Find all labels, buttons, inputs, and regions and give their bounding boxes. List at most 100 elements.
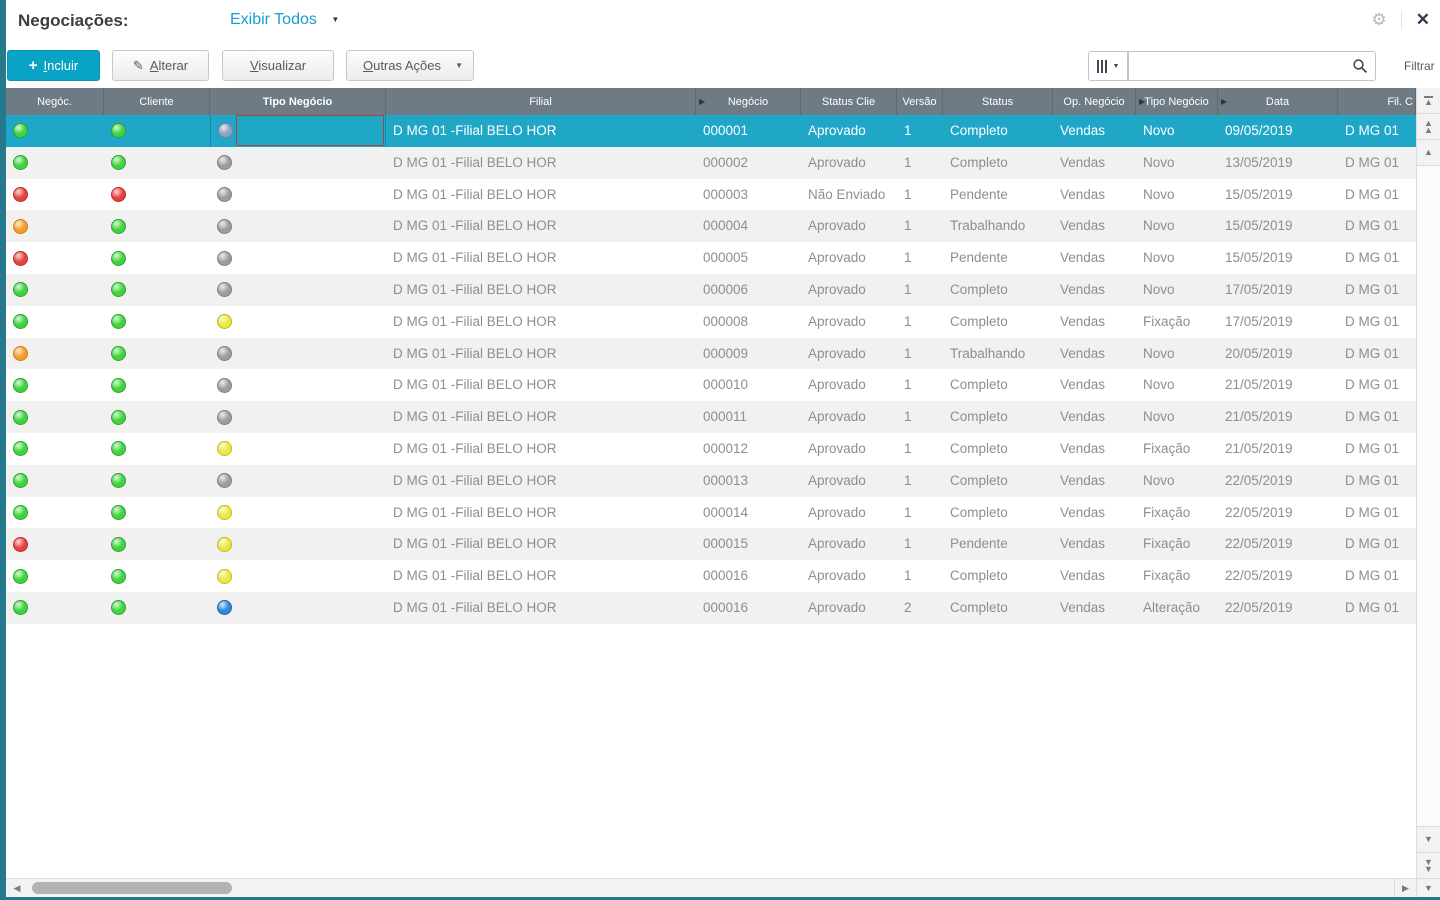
column-header-status[interactable]: Status xyxy=(943,88,1053,115)
column-picker-button[interactable]: ▼ xyxy=(1088,51,1128,81)
cell-negoc xyxy=(6,433,104,465)
incluir-button[interactable]: + Incluir xyxy=(7,50,100,81)
cell-tipo_negocio: Novo xyxy=(1136,338,1218,370)
table-row[interactable]: D MG 01 -Filial BELO HOR000003Não Enviad… xyxy=(6,179,1416,211)
table-row[interactable]: D MG 01 -Filial BELO HOR000009Aprovado1T… xyxy=(6,338,1416,370)
view-filter-dropdown[interactable]: Exibir Todos ▼ xyxy=(230,11,339,29)
horizontal-scrollbar[interactable]: ◀ ▶ xyxy=(6,878,1416,897)
cell-negoc xyxy=(6,210,104,242)
table-row[interactable]: D MG 01 -Filial BELO HOR000014Aprovado1C… xyxy=(6,497,1416,529)
cell-cliente xyxy=(104,115,210,147)
cell-tipo_negocio: Novo xyxy=(1136,369,1218,401)
table-row[interactable]: D MG 01 -Filial BELO HOR000013Aprovado1C… xyxy=(6,465,1416,497)
table-row[interactable]: D MG 01 -Filial BELO HOR000002Aprovado1C… xyxy=(6,147,1416,179)
negotiations-grid: Negóc. ClienteTipo NegócioFilial▶ Negócio S… xyxy=(6,88,1416,878)
table-row[interactable]: D MG 01 -Filial BELO HOR000011Aprovado1C… xyxy=(6,401,1416,433)
scroll-to-top-button[interactable]: ▲ xyxy=(1417,88,1440,114)
cell-negocio: 000016 xyxy=(696,560,801,592)
alterar-button[interactable]: ✎ Alterar xyxy=(112,50,209,81)
cell-cliente xyxy=(104,401,210,433)
cell-versao: 1 xyxy=(897,274,943,306)
cell-op_negocio: Vendas xyxy=(1053,242,1136,274)
pencil-icon: ✎ xyxy=(133,58,144,74)
cell-filial: D MG 01 -Filial BELO HOR xyxy=(386,210,696,242)
cell-op_negocio: Vendas xyxy=(1053,401,1136,433)
vertical-scroll-track[interactable] xyxy=(1417,166,1440,826)
status-dot-green xyxy=(111,251,126,266)
scroll-up-button[interactable]: ▲ xyxy=(1417,140,1440,166)
column-header-filial[interactable]: Filial xyxy=(386,88,696,115)
column-header-cliente[interactable]: Cliente xyxy=(104,88,210,115)
column-header-tipo_negocio[interactable]: ▶Tipo Negócio xyxy=(1136,88,1218,115)
cell-tipo_negocio: Novo xyxy=(1136,210,1218,242)
cell-tipo_negocio: Fixação xyxy=(1136,560,1218,592)
search-icon[interactable] xyxy=(1352,58,1368,74)
table-row[interactable]: D MG 01 -Filial BELO HOR000006Aprovado1C… xyxy=(6,274,1416,306)
column-header-versao[interactable]: Versão xyxy=(897,88,943,115)
outras-acoes-button[interactable]: Outras Ações ▼ xyxy=(346,50,474,81)
close-icon[interactable]: ✕ xyxy=(1416,10,1430,30)
table-row[interactable]: D MG 01 -Filial BELO HOR000001Aprovado1C… xyxy=(6,115,1416,147)
cell-status: Completo xyxy=(943,497,1053,529)
visualizar-button[interactable]: Visualizar xyxy=(222,50,334,81)
column-header-negocio[interactable]: ▶ Negócio xyxy=(696,88,801,115)
scroll-up-icon: ▲ xyxy=(1424,99,1433,106)
status-dot-gray xyxy=(217,473,232,488)
vertical-scrollbar[interactable]: ▲ ▲ ▲ ▲ ▼ ▼ ▼ xyxy=(1416,88,1440,878)
scroll-down-button[interactable]: ▼ xyxy=(1417,826,1440,852)
cell-versao: 1 xyxy=(897,147,943,179)
column-header-status_clie[interactable]: Status Clie xyxy=(801,88,897,115)
cell-status: Pendente xyxy=(943,179,1053,211)
cell-negocio: 000008 xyxy=(696,306,801,338)
cell-filial: D MG 01 -Filial BELO HOR xyxy=(386,497,696,529)
column-header-label: Negóc. xyxy=(37,96,72,108)
sort-icon: ▶ xyxy=(699,97,705,106)
column-header-fil_c[interactable]: Fil. C xyxy=(1338,88,1416,115)
cell-tipo_negocio: Novo xyxy=(1136,401,1218,433)
table-row[interactable]: D MG 01 -Filial BELO HOR000005Aprovado1P… xyxy=(6,242,1416,274)
page-up-button[interactable]: ▲ ▲ xyxy=(1417,114,1440,140)
cell-tipo_negocio: Novo xyxy=(1136,465,1218,497)
cell-negoc xyxy=(6,465,104,497)
cell-tipo xyxy=(210,433,386,465)
column-header-op_negocio[interactable]: Op. Negócio xyxy=(1053,88,1136,115)
cell-negoc xyxy=(6,369,104,401)
gear-icon[interactable]: ⚙ xyxy=(1372,10,1387,30)
column-header-tipo[interactable]: Tipo Negócio xyxy=(210,88,386,115)
cell-fil_c: D MG 01 xyxy=(1338,338,1416,370)
column-header-data[interactable]: ▶Data xyxy=(1218,88,1338,115)
table-row[interactable]: D MG 01 -Filial BELO HOR000004Aprovado1T… xyxy=(6,210,1416,242)
table-row[interactable]: D MG 01 -Filial BELO HOR000016Aprovado1C… xyxy=(6,560,1416,592)
table-row[interactable]: D MG 01 -Filial BELO HOR000008Aprovado1C… xyxy=(6,306,1416,338)
column-header-label: Negócio xyxy=(728,96,768,108)
horizontal-scroll-thumb[interactable] xyxy=(32,882,232,894)
cell-cliente xyxy=(104,179,210,211)
cell-status_clie: Aprovado xyxy=(801,274,897,306)
scroll-right-button[interactable]: ▶ xyxy=(1394,879,1416,897)
column-header-negoc[interactable]: Negóc. xyxy=(6,88,104,115)
cell-fil_c: D MG 01 xyxy=(1338,465,1416,497)
cell-negocio: 000011 xyxy=(696,401,801,433)
cell-tipo_negocio: Novo xyxy=(1136,147,1218,179)
cell-negocio: 000005 xyxy=(696,242,801,274)
cell-tipo xyxy=(210,592,386,624)
cell-op_negocio: Vendas xyxy=(1053,560,1136,592)
cell-tipo xyxy=(210,179,386,211)
cell-filial: D MG 01 -Filial BELO HOR xyxy=(386,147,696,179)
cell-op_negocio: Vendas xyxy=(1053,497,1136,529)
cell-status_clie: Não Enviado xyxy=(801,179,897,211)
page-down-button[interactable]: ▼ ▼ xyxy=(1417,852,1440,878)
scroll-to-end-button[interactable]: ▼ xyxy=(1416,878,1440,897)
table-row[interactable]: D MG 01 -Filial BELO HOR000010Aprovado1C… xyxy=(6,369,1416,401)
cell-cliente xyxy=(104,433,210,465)
cell-data: 15/05/2019 xyxy=(1218,210,1338,242)
cell-tipo_negocio: Novo xyxy=(1136,242,1218,274)
table-row[interactable]: D MG 01 -Filial BELO HOR000016Aprovado2C… xyxy=(6,592,1416,624)
cell-data: 22/05/2019 xyxy=(1218,560,1338,592)
cell-negocio: 000013 xyxy=(696,465,801,497)
table-row[interactable]: D MG 01 -Filial BELO HOR000012Aprovado1C… xyxy=(6,433,1416,465)
cell-cliente xyxy=(104,306,210,338)
table-row[interactable]: D MG 01 -Filial BELO HOR000015Aprovado1P… xyxy=(6,528,1416,560)
search-input[interactable] xyxy=(1128,51,1376,81)
scroll-left-button[interactable]: ◀ xyxy=(6,879,28,897)
